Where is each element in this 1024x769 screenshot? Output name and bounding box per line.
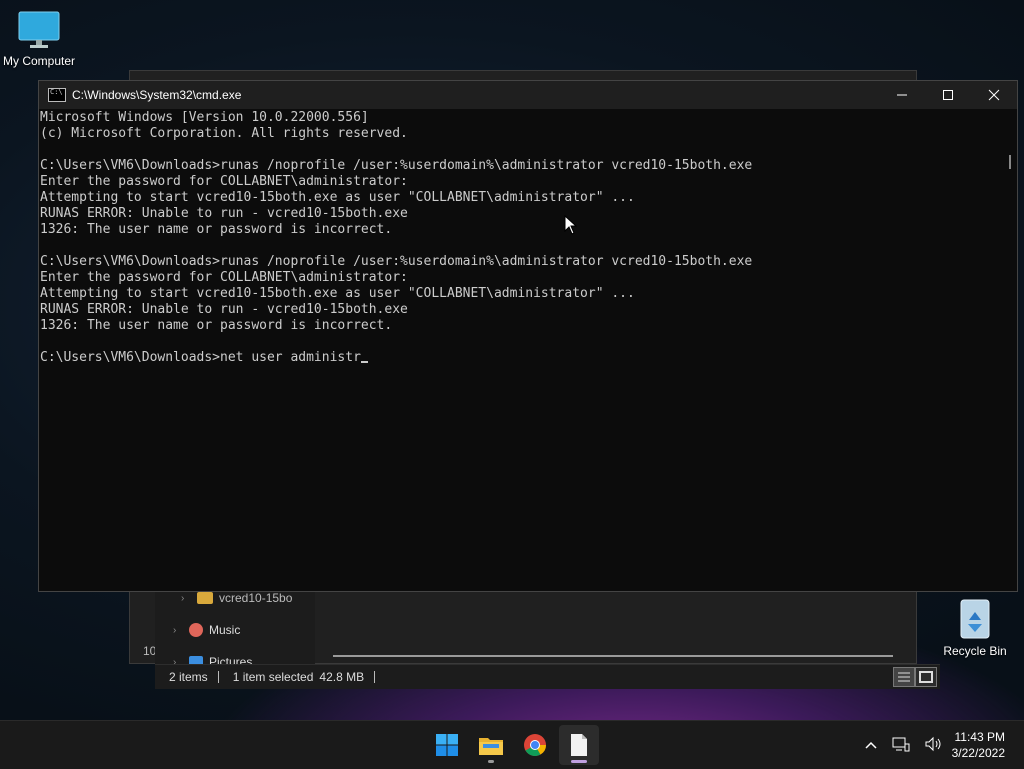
status-separator: [374, 671, 376, 683]
console-line: Enter the password for COLLABNET\adminis…: [40, 174, 408, 189]
notepad-icon: [571, 734, 587, 756]
console-lines: Microsoft Windows [Version 10.0.22000.55…: [40, 110, 1003, 350]
file-explorer-icon: [479, 738, 503, 755]
maximize-button[interactable]: [925, 81, 971, 109]
chevron-right-icon[interactable]: ›: [181, 593, 191, 604]
text-cursor: [360, 361, 368, 363]
cmd-icon: [48, 88, 66, 102]
taskbar-clock[interactable]: 11:43 PM 3/22/2022: [952, 729, 1005, 761]
mouse-pointer-icon: [564, 215, 578, 235]
status-size: 42.8 MB: [319, 670, 365, 684]
explorer-navigation-pane[interactable]: › vcred10-15bo › Music › Pictures: [155, 585, 315, 669]
details-view-button[interactable]: [893, 667, 915, 687]
windows-logo-icon: [436, 734, 458, 756]
large-icons-view-button[interactable]: [915, 667, 937, 687]
console-line: 1326: The user name or password is incor…: [40, 318, 393, 333]
chevron-up-icon: [865, 741, 877, 749]
desktop-icon-recycle-bin[interactable]: Recycle Bin: [940, 596, 1010, 658]
desktop-icon-my-computer[interactable]: My Computer: [0, 10, 78, 68]
close-button[interactable]: [971, 81, 1017, 109]
large-icons-view-icon: [919, 671, 933, 683]
console-line: Attempting to start vcred10-15both.exe a…: [40, 190, 635, 205]
close-icon: [988, 89, 1000, 101]
cmd-titlebar[interactable]: C:\Windows\System32\cmd.exe: [39, 81, 1017, 109]
console-line: Microsoft Windows [Version 10.0.22000.55…: [40, 110, 369, 125]
network-icon: [892, 737, 910, 751]
taskbar: 11:43 PM 3/22/2022: [0, 720, 1024, 769]
network-button[interactable]: [892, 736, 910, 755]
status-selection: 1 item selected: [232, 670, 314, 684]
console-line: (c) Microsoft Corporation. All rights re…: [40, 126, 408, 141]
chevron-right-icon[interactable]: ›: [173, 625, 183, 636]
nav-item-label: Music: [209, 623, 241, 637]
minimize-button[interactable]: [879, 81, 925, 109]
taskbar-chrome[interactable]: [515, 725, 555, 765]
console-line: Enter the password for COLLABNET\adminis…: [40, 270, 408, 285]
nav-item-label: vcred10-15bo: [219, 591, 293, 605]
running-indicator: [488, 760, 494, 763]
console-line: RUNAS ERROR: Unable to run - vcred10-15b…: [40, 206, 408, 221]
running-indicator: [571, 760, 587, 763]
desktop-icon-label: Recycle Bin: [943, 644, 1007, 658]
clock-time: 11:43 PM: [954, 730, 1005, 744]
console-line: C:\Users\VM6\Downloads>runas /noprofile …: [40, 254, 753, 269]
nav-item-music[interactable]: › Music: [173, 620, 240, 640]
start-button[interactable]: [427, 725, 467, 765]
explorer-status-bar: 2 items 1 item selected 42.8 MB: [155, 664, 940, 689]
recycle-bin-icon: [960, 599, 990, 639]
music-icon: [189, 623, 203, 637]
cmd-window[interactable]: C:\Windows\System32\cmd.exe Microsoft Wi…: [38, 80, 1018, 592]
cmd-window-title: C:\Windows\System32\cmd.exe: [72, 88, 242, 102]
cmd-console-output[interactable]: Microsoft Windows [Version 10.0.22000.55…: [39, 109, 1003, 591]
system-tray: [864, 721, 942, 769]
folder-icon: [197, 592, 213, 604]
desktop-icon-label: My Computer: [2, 54, 76, 68]
computer-icon: [18, 11, 60, 48]
clock-date: 3/22/2022: [951, 746, 1005, 760]
status-items-count: 2 items: [169, 670, 208, 684]
maximize-icon: [943, 90, 953, 100]
console-line: 1326: The user name or password is incor…: [40, 222, 393, 237]
volume-button[interactable]: [924, 736, 942, 755]
show-hidden-icons-button[interactable]: [864, 737, 878, 753]
console-line: C:\Users\VM6\Downloads>runas /noprofile …: [40, 158, 753, 173]
volume-icon: [925, 736, 941, 751]
chrome-icon: [524, 734, 546, 756]
details-view-icon: [898, 672, 910, 682]
console-line: RUNAS ERROR: Unable to run - vcred10-15b…: [40, 302, 408, 317]
taskbar-file-explorer[interactable]: [471, 725, 511, 765]
minimize-icon: [897, 94, 907, 96]
cmd-vertical-scrollbar[interactable]: [1003, 109, 1017, 591]
console-line: Attempting to start vcred10-15both.exe a…: [40, 286, 635, 301]
taskbar-notepad[interactable]: [559, 725, 599, 765]
console-input-line[interactable]: C:\Users\VM6\Downloads>net user administ…: [40, 350, 361, 365]
explorer-horizontal-scrollbar[interactable]: [333, 655, 893, 657]
scrollbar-thumb[interactable]: [1009, 155, 1011, 169]
